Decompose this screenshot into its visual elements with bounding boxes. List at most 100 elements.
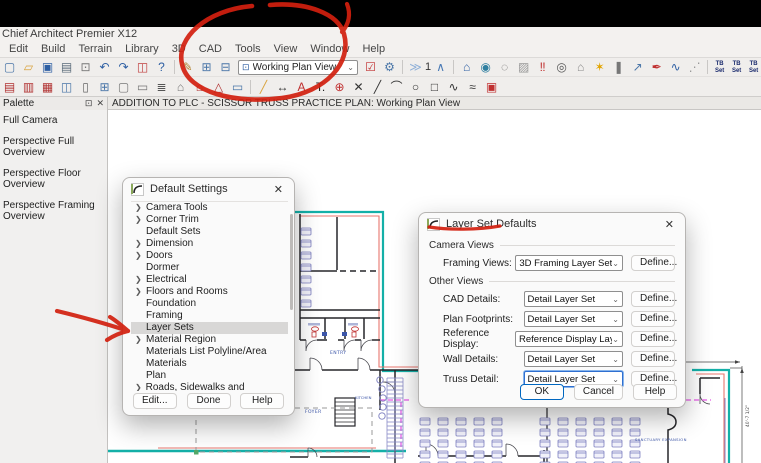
tree-item-floors-and-rooms[interactable]: ❯Floors and Rooms <box>131 286 288 298</box>
layout-page-icon[interactable]: ◫ <box>133 58 152 76</box>
wall-details-dropdown[interactable]: Detail Layer Set⌄ <box>524 351 623 367</box>
tree-item-dimension[interactable]: ❯Dimension <box>131 238 288 250</box>
tb-set-button-2[interactable]: TBSet <box>728 59 745 75</box>
cad-detail-icon[interactable]: ▣ <box>482 78 501 96</box>
dock-icon[interactable]: ⊡ <box>85 98 93 109</box>
palette-item-perspective-floor-overview[interactable]: Perspective Floor Overview <box>0 163 107 195</box>
tree-item-framing[interactable]: Framing <box>131 310 288 322</box>
tree-item-corner-trim[interactable]: ❯Corner Trim <box>131 214 288 226</box>
menu-item-edit[interactable]: Edit <box>9 42 28 57</box>
framing-views-dropdown[interactable]: 3D Framing Layer Set⌄ <box>515 255 623 271</box>
menu-item-window[interactable]: Window <box>310 42 349 57</box>
print-preview-icon[interactable]: ⊡ <box>76 58 95 76</box>
settings-wrench-icon[interactable]: ⚙ <box>380 58 399 76</box>
dimension-tool-icon[interactable]: ↔ <box>273 78 292 96</box>
cancel-button[interactable]: Cancel <box>574 384 623 400</box>
door-tool-icon[interactable]: ▯ <box>76 78 95 96</box>
roof-tool-icon[interactable]: ⌂ <box>190 78 209 96</box>
shelf-tool-icon[interactable]: ▭ <box>133 78 152 96</box>
full-camera-icon[interactable]: ⌂ <box>457 58 476 76</box>
tree-item-roads-sidewalks-and-driveways[interactable]: ❯Roads, Sidewalks and Driveways <box>131 382 288 391</box>
box-tool-icon[interactable]: □ <box>425 78 444 96</box>
plan-footprints-define-button[interactable]: Define... <box>631 311 675 327</box>
ceiling-tool-icon[interactable]: ▭ <box>228 78 247 96</box>
menu-item-3d[interactable]: 3D <box>172 42 186 57</box>
menu-item-view[interactable]: View <box>274 42 298 57</box>
circle-tool-icon[interactable]: ○ <box>406 78 425 96</box>
window-tool-icon[interactable]: ◫ <box>57 78 76 96</box>
tree-item-electrical[interactable]: ❯Electrical <box>131 274 288 286</box>
tree-item-plan[interactable]: Plan <box>131 370 288 382</box>
eyedropper-icon[interactable]: ✒ <box>647 58 666 76</box>
camera-view-icon[interactable]: ◉ <box>476 58 495 76</box>
palette-item-full-camera[interactable]: Full Camera <box>0 110 107 131</box>
tree-item-camera-tools[interactable]: ❯Camera Tools <box>131 202 288 214</box>
tb-set-button-1[interactable]: TBSet <box>711 59 728 75</box>
record-walkthrough-icon[interactable]: ◎ <box>552 58 571 76</box>
cad-details-dropdown[interactable]: Detail Layer Set⌄ <box>524 291 623 307</box>
polyline-tool-icon[interactable]: ∿ <box>444 78 463 96</box>
close-icon[interactable]: ✕ <box>96 98 104 109</box>
plan-footprints-dropdown[interactable]: Detail Layer Set⌄ <box>524 311 623 327</box>
fence-tool-icon[interactable]: ▦ <box>38 78 57 96</box>
railing-tool-icon[interactable]: ▥ <box>19 78 38 96</box>
wall-tool-icon[interactable]: ▤ <box>0 78 19 96</box>
sunlight-icon[interactable]: ✶ <box>590 58 609 76</box>
close-icon[interactable]: ✕ <box>271 183 286 196</box>
menu-item-build[interactable]: Build <box>41 42 65 57</box>
new-plan-view-icon[interactable]: ⊞ <box>197 58 216 76</box>
display-options-checkbox-icon[interactable]: ☑ <box>361 58 380 76</box>
plan-tab[interactable]: ADDITION TO PLC - SCISSOR TRUSS PRACTICE… <box>112 97 460 110</box>
save-icon[interactable]: ▣ <box>38 58 57 76</box>
ok-button[interactable]: OK <box>520 384 564 400</box>
rich-text-tool-icon[interactable]: T. <box>311 78 330 96</box>
line-tool-icon[interactable]: ╱ <box>368 78 387 96</box>
reference-display-define-button[interactable]: Define... <box>631 331 675 347</box>
reference-display-dropdown[interactable]: Reference Display Layer Set⌄ <box>515 331 623 347</box>
walkthrough-icon[interactable]: ‼ <box>533 58 552 76</box>
open-folder-icon[interactable]: ▱ <box>19 58 38 76</box>
save-plan-view-icon[interactable]: ⊟ <box>216 58 235 76</box>
cabinet-tool-icon[interactable]: ▢ <box>114 78 133 96</box>
dollhouse-view-icon[interactable]: ⌂ <box>571 58 590 76</box>
text-tool-icon[interactable]: A <box>292 78 311 96</box>
cross-section-icon[interactable]: ∿ <box>666 58 685 76</box>
up-one-floor-icon[interactable]: ∧ <box>431 58 450 76</box>
help-button[interactable]: Help <box>240 393 284 409</box>
cad-details-define-button[interactable]: Define... <box>631 291 675 307</box>
spray-can-icon[interactable]: ❚ <box>609 58 628 76</box>
arc-tool-icon[interactable]: ⌒ <box>387 78 406 96</box>
help-icon[interactable]: ? <box>152 58 171 76</box>
tree-item-dormer[interactable]: Dormer <box>131 262 288 274</box>
marker-tool-icon[interactable]: ✕ <box>349 78 368 96</box>
window2-tool-icon[interactable]: ⊞ <box>95 78 114 96</box>
undo-icon[interactable]: ↶ <box>95 58 114 76</box>
tree-item-default-sets[interactable]: Default Sets <box>131 226 288 238</box>
menu-item-help[interactable]: Help <box>362 42 385 57</box>
garage-tool-icon[interactable]: ⌂ <box>171 78 190 96</box>
tree-item-material-region[interactable]: ❯Material Region <box>131 334 288 346</box>
menu-item-terrain[interactable]: Terrain <box>78 42 112 57</box>
plan-view-combo[interactable]: ⊡ Working Plan View ⌄ <box>238 60 358 75</box>
tree-item-foundation[interactable]: Foundation <box>131 298 288 310</box>
help-button[interactable]: Help <box>633 384 677 400</box>
stairs-tool-icon[interactable]: ≣ <box>152 78 171 96</box>
hatch-icon[interactable]: ⋰ <box>685 58 704 76</box>
menu-item-tools[interactable]: Tools <box>235 42 261 57</box>
tree-item-doors[interactable]: ❯Doors <box>131 250 288 262</box>
redo-icon[interactable]: ↷ <box>114 58 133 76</box>
done-button[interactable]: Done <box>187 393 231 409</box>
adjust-arrow-icon[interactable]: ↗ <box>628 58 647 76</box>
edit-view-icon[interactable]: ✎ <box>178 58 197 76</box>
render-view-icon[interactable]: ▨ <box>514 58 533 76</box>
wall-details-define-button[interactable]: Define... <box>631 351 675 367</box>
palette-item-perspective-full-overview[interactable]: Perspective Full Overview <box>0 131 107 163</box>
tb-set-button-3[interactable]: TBSet <box>745 59 761 75</box>
edit-button[interactable]: Edit... <box>133 393 177 409</box>
framing-views-define-button[interactable]: Define... <box>631 255 675 271</box>
print-icon[interactable]: ▤ <box>57 58 76 76</box>
auto-roof-tool-icon[interactable]: △ <box>209 78 228 96</box>
menu-item-cad[interactable]: CAD <box>199 42 222 57</box>
tape-measure-icon[interactable]: ╱ <box>254 78 273 96</box>
tree-item-materials-list-polyline-area[interactable]: Materials List Polyline/Area <box>131 346 288 358</box>
